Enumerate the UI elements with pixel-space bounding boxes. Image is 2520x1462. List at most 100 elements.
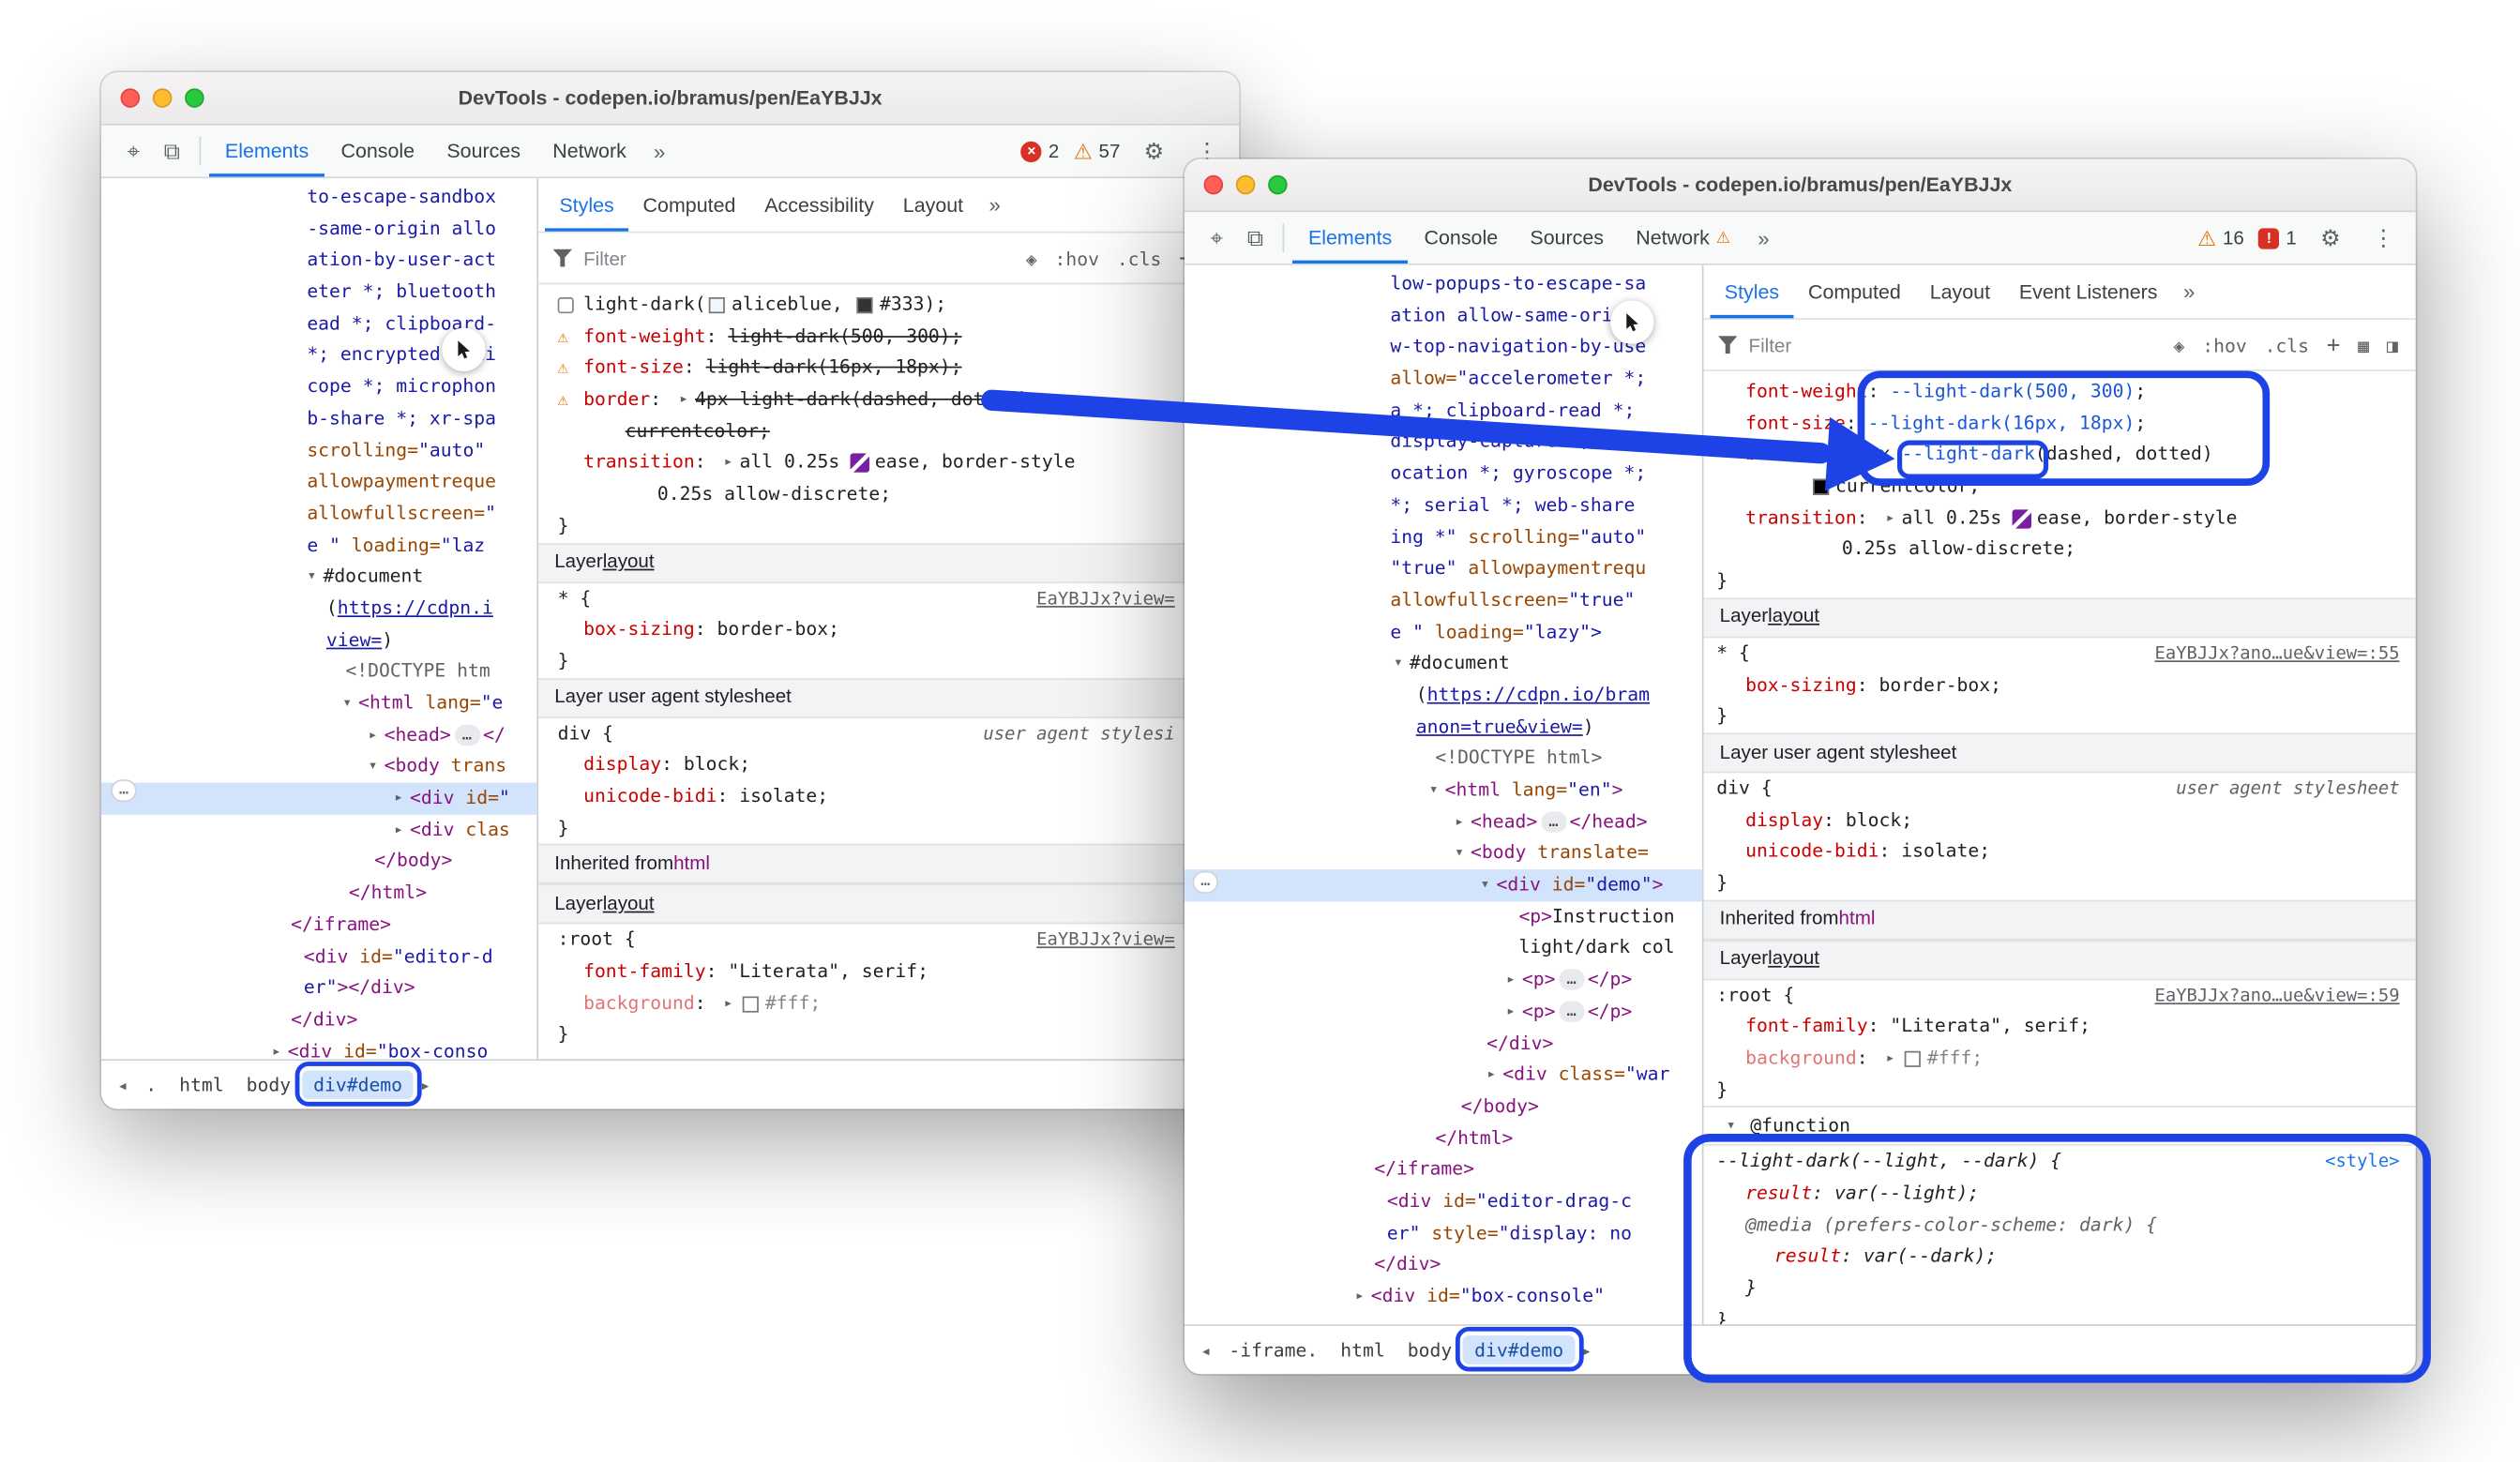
grid-icon[interactable]: ▦: [2355, 334, 2373, 356]
dom-tree-line[interactable]: ▸<div clas: [101, 814, 536, 846]
dom-tree-line[interactable]: </body>: [101, 846, 536, 878]
dom-tree-line[interactable]: ▾<body trans: [101, 751, 536, 783]
breadcrumb-back-icon[interactable]: ◂: [1194, 1339, 1217, 1360]
dom-tree-line[interactable]: view=): [101, 625, 536, 656]
style-declaration-line[interactable]: * {EaYBJJx?ano…ue&view=:55: [1704, 638, 2416, 670]
dom-tree-line[interactable]: <p>Instruction: [1185, 901, 1702, 933]
style-declaration-line[interactable]: background: ▸#fff;: [1704, 1043, 2416, 1075]
zoom-button[interactable]: [1268, 175, 1288, 195]
styles-section-header[interactable]: Layer layout: [538, 542, 1239, 582]
styles-section-header[interactable]: Layer layout: [538, 884, 1239, 925]
style-declaration-line[interactable]: 0.25s allow-discrete;: [538, 479, 1239, 511]
console-warnings-badge[interactable]: ⚠ 57: [1074, 140, 1121, 162]
rule-source-link[interactable]: user agent stylesheet: [2176, 773, 2415, 805]
dom-tree-line[interactable]: display-capture *; enc: [1185, 427, 1702, 459]
dom-tree-line[interactable]: </body>: [1185, 1091, 1702, 1123]
dom-tree-line[interactable]: e " loading="laz: [101, 530, 536, 562]
dom-tree-line[interactable]: ocation *; gyroscope *;: [1185, 459, 1702, 490]
dom-tree-line[interactable]: low-popups-to-escape-sa: [1185, 268, 1702, 300]
breadcrumb-item[interactable]: body: [1396, 1335, 1463, 1364]
dom-tree-line[interactable]: <div id="editor-d: [101, 941, 536, 972]
style-declaration-line[interactable]: }: [1704, 1304, 2416, 1324]
dom-tree-line[interactable]: </iframe>: [101, 910, 536, 942]
dom-tree-line[interactable]: er" style="display: no: [1185, 1217, 1702, 1249]
style-declaration-line[interactable]: @media (prefers-color-scheme: dark) {: [1704, 1210, 2416, 1242]
tab-accessibility[interactable]: Accessibility: [750, 178, 889, 232]
style-declaration-line[interactable]: }: [1704, 867, 2416, 899]
style-declaration-line[interactable]: light-dark(aliceblue, #333);: [538, 289, 1239, 321]
styles-section-header[interactable]: Layer user agent stylesheet: [538, 677, 1239, 717]
dom-tree-line[interactable]: a *; clipboard-read *;: [1185, 395, 1702, 427]
style-declaration-line[interactable]: transition: ▸all 0.25s ease, border-styl…: [538, 447, 1239, 479]
style-declaration-line[interactable]: }: [1704, 701, 2416, 732]
dom-tree-line[interactable]: "true" allowpaymentrequ: [1185, 553, 1702, 585]
dom-tree-line[interactable]: ▸<head>…</head>: [1185, 806, 1702, 838]
styles-filter-input[interactable]: Filter: [583, 247, 1011, 269]
style-declaration-line[interactable]: :root {EaYBJJx?view=: [538, 925, 1239, 957]
tab-layout[interactable]: Layout: [1915, 265, 2004, 319]
style-declaration-line[interactable]: background: ▸#fff;: [538, 987, 1239, 1019]
toggle-element-state-button[interactable]: :hov: [2199, 334, 2250, 356]
style-declaration-line[interactable]: :root {EaYBJJx?ano…ue&view=:59: [1704, 980, 2416, 1012]
dom-tree-line[interactable]: allow="accelerometer *;: [1185, 363, 1702, 395]
more-panels-button[interactable]: »: [642, 139, 676, 163]
dom-tree-line[interactable]: ▸<div class="war: [1185, 1060, 1702, 1092]
dom-tree-line[interactable]: ing *" scrolling="auto": [1185, 521, 1702, 553]
tab-sources[interactable]: Sources: [430, 126, 536, 177]
dom-tree-line[interactable]: <!DOCTYPE html>: [1185, 743, 1702, 775]
dom-tree-line[interactable]: allowfullscreen="true": [1185, 585, 1702, 617]
style-declaration-line[interactable]: box-sizing: border-box;: [538, 614, 1239, 646]
dom-tree-line[interactable]: </html>: [1185, 1123, 1702, 1154]
new-style-rule-button[interactable]: +: [2323, 332, 2343, 357]
dom-tree-line[interactable]: eter *; bluetooth: [101, 277, 536, 309]
tab-event-listeners[interactable]: Event Listeners: [2004, 265, 2172, 319]
tab-network[interactable]: Network: [536, 126, 642, 177]
dom-tree-line[interactable]: *; serial *; web-share: [1185, 490, 1702, 521]
style-declaration-line[interactable]: unicode-bidi: isolate;: [1704, 837, 2416, 868]
element-classes-button[interactable]: .cls: [2261, 334, 2312, 356]
breadcrumb-forward-icon[interactable]: ▸: [414, 1075, 437, 1095]
style-declaration-line[interactable]: ⚠border: ▸4px light-dark(dashed, dotted): [538, 384, 1239, 416]
style-declaration-line[interactable]: border: ▸4px --light-dark(dashed, dotted…: [1704, 439, 2416, 471]
element-classes-button[interactable]: .cls: [1113, 247, 1164, 269]
styles-section-header[interactable]: ▾@function: [1704, 1107, 2416, 1147]
device-toolbar-icon[interactable]: ⧉: [1236, 219, 1275, 257]
more-panels-button[interactable]: »: [1746, 226, 1780, 250]
console-errors-badge[interactable]: × 2: [1021, 140, 1060, 162]
dom-tree-line[interactable]: ▾<html lang="e: [101, 687, 536, 719]
breadcrumb-item[interactable]: html: [168, 1070, 234, 1099]
close-button[interactable]: [121, 88, 141, 108]
settings-gear-icon[interactable]: ⚙: [2311, 219, 2349, 257]
style-declaration-line[interactable]: --light-dark(--light, --dark) {<style>: [1704, 1147, 2416, 1179]
breadcrumb-item[interactable]: -iframe.: [1217, 1335, 1329, 1364]
dom-tree-line[interactable]: allowfullscreen=": [101, 498, 536, 530]
dom-tree-line[interactable]: -same-origin allo: [101, 213, 536, 245]
style-declaration-line[interactable]: display: block;: [1704, 805, 2416, 837]
tab-network[interactable]: Network⚠: [1620, 212, 1746, 264]
minimize-button[interactable]: [153, 88, 173, 108]
device-toolbar-icon[interactable]: ⧉: [153, 132, 191, 171]
style-declaration-line[interactable]: }: [538, 1019, 1239, 1051]
panel-layout-icon[interactable]: ◨: [2384, 334, 2402, 356]
style-declaration-line[interactable]: div {user agent stylesi: [538, 717, 1239, 749]
toggle-element-state-button[interactable]: :hov: [1051, 247, 1102, 269]
close-button[interactable]: [1204, 175, 1224, 195]
dom-tree-line[interactable]: light/dark col: [1185, 933, 1702, 965]
dom-tree-line[interactable]: scrolling="auto": [101, 435, 536, 467]
breadcrumb-item[interactable]: html: [1329, 1335, 1396, 1364]
dom-tree-line[interactable]: </div>: [101, 1004, 536, 1036]
kebab-menu-icon[interactable]: ⋮: [2364, 219, 2403, 257]
styles-section-header[interactable]: Inherited from html: [1704, 899, 2416, 940]
style-declaration-line[interactable]: ⚠font-size: light-dark(16px, 18px);: [538, 353, 1239, 384]
dom-tree-line[interactable]: allowpaymentreque: [101, 466, 536, 498]
dom-tree-line[interactable]: (https://cdpn.io/bram: [1185, 680, 1702, 712]
dom-tree-line[interactable]: ▾#document: [1185, 648, 1702, 680]
dom-tree-line[interactable]: </div>: [1185, 1249, 1702, 1281]
breadcrumb-item[interactable]: body: [235, 1070, 302, 1099]
issues-badge[interactable]: ! 1: [2258, 227, 2297, 249]
style-declaration-line[interactable]: display: block;: [538, 749, 1239, 781]
breadcrumb-item[interactable]: div#demo: [302, 1070, 414, 1099]
dom-tree-line[interactable]: ▸<p>…</p>: [1185, 996, 1702, 1028]
dom-tree-line[interactable]: (https://cdpn.i: [101, 593, 536, 625]
dom-tree-line[interactable]: ation-by-user-act: [101, 245, 536, 277]
